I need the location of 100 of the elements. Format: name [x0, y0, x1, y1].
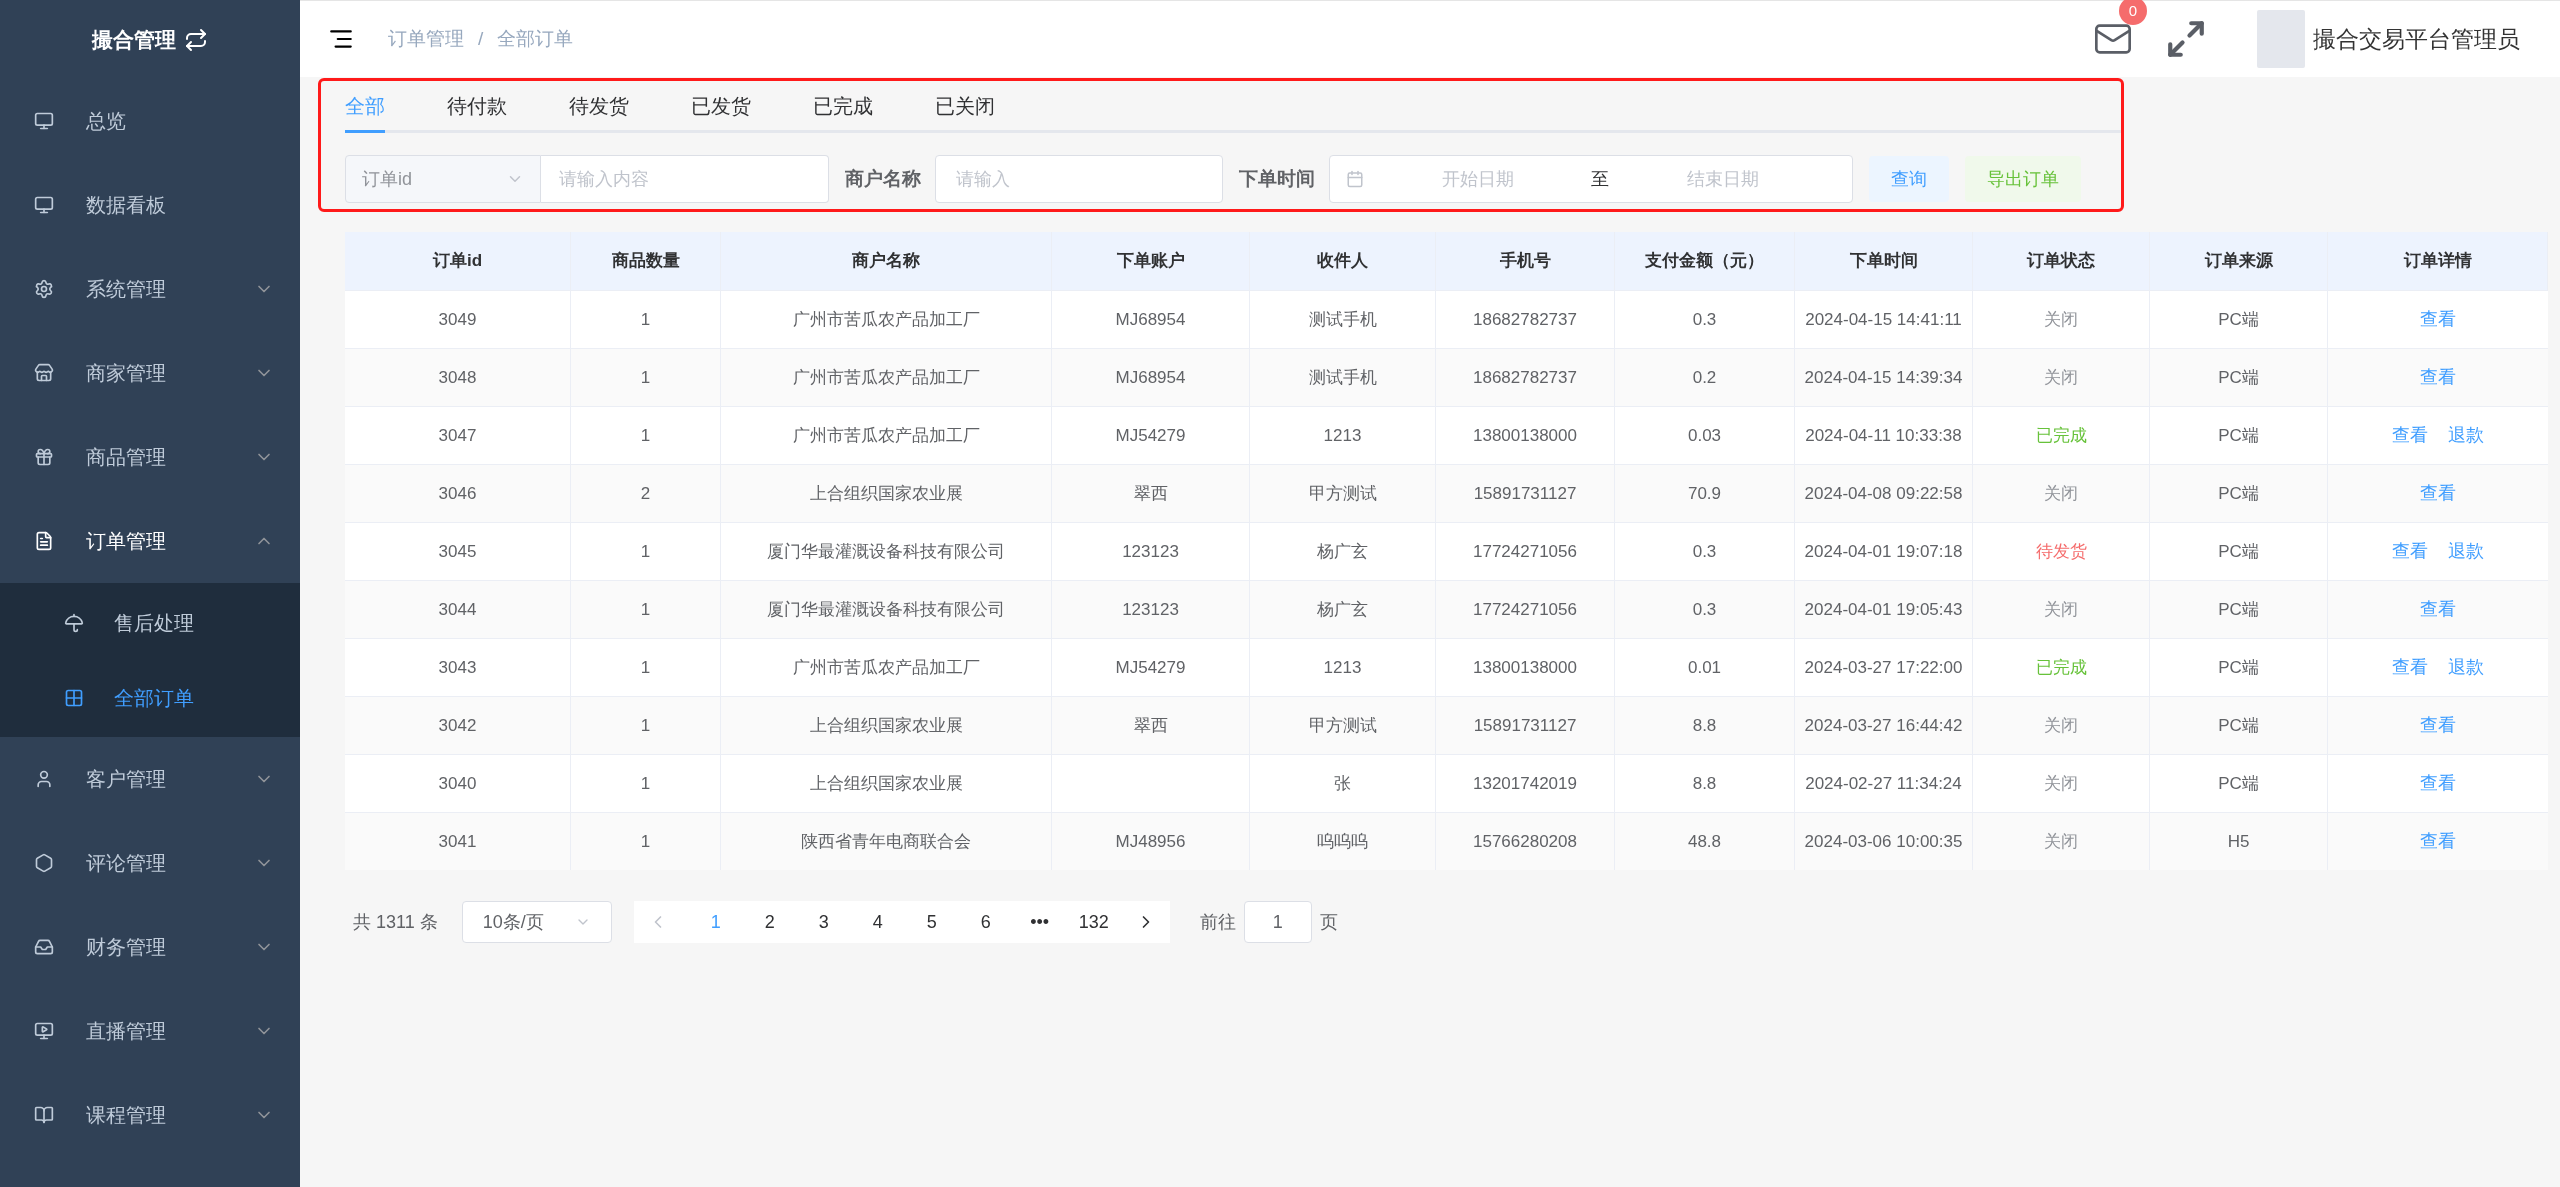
menu-item[interactable]: 商品管理 — [0, 415, 300, 499]
breadcrumb-separator: / — [478, 26, 484, 51]
table-cell-text: 17724271056 — [1473, 540, 1577, 563]
table-cell-text: 3040 — [438, 772, 477, 795]
table-cell-text: 3041 — [438, 830, 477, 853]
table-cell-text: 广州市苦瓜农产品加工厂 — [792, 656, 980, 679]
table-cell-text: PC端 — [2218, 482, 2259, 505]
table-cell-text: 17724271056 — [1473, 598, 1577, 621]
table-cell-text: PC端 — [2218, 598, 2259, 621]
table-cell-text: 1213 — [1323, 656, 1362, 679]
menu-item[interactable]: 系统管理 — [0, 247, 300, 331]
time-label: 下单时间 — [1239, 166, 1315, 191]
table-cell-text: 2024-03-27 16:44:42 — [1804, 714, 1963, 737]
table-cell-text: 13800138000 — [1473, 424, 1577, 447]
table-cell-text: 8.8 — [1692, 714, 1717, 737]
order-status: 待发货 — [2035, 540, 2087, 563]
menu-item[interactable]: 评论管理 — [0, 821, 300, 905]
table-cell-text: 13201742019 — [1473, 772, 1577, 795]
table-cell-text: 3047 — [438, 424, 477, 447]
table-cell-text: 3049 — [438, 308, 477, 331]
status-tab[interactable]: 待发货 — [569, 81, 629, 133]
merchant-input[interactable]: 请输入 — [935, 155, 1223, 203]
swap-icon[interactable] — [184, 27, 208, 52]
table-cell-text: 杨广玄 — [1317, 598, 1368, 621]
table-cell-text: 1 — [640, 424, 651, 447]
table-cell-text: 测试手机 — [1308, 366, 1377, 389]
table-cell-text: 1 — [640, 308, 651, 331]
menu-item[interactable]: 商家管理 — [0, 331, 300, 415]
table-cell-text: MJ48956 — [1115, 830, 1186, 853]
table-cell-text: 1 — [640, 830, 651, 853]
table-cell-text: 3048 — [438, 366, 477, 389]
menu-item[interactable]: 数据看板 — [0, 163, 300, 247]
table-cell-text: 13800138000 — [1473, 656, 1577, 679]
table-cell-text: 1 — [640, 598, 651, 621]
table-cell-text: 广州市苦瓜农产品加工厂 — [792, 366, 980, 389]
table-cell-text: 1213 — [1323, 424, 1362, 447]
table-cell-text: 广州市苦瓜农产品加工厂 — [792, 424, 980, 447]
menu-item[interactable]: 直播管理 — [0, 989, 300, 1073]
order-status: 关闭 — [2044, 598, 2078, 621]
table-cell-text: PC端 — [2218, 772, 2259, 795]
table-cell-text: 2024-04-01 19:07:18 — [1804, 540, 1963, 563]
menu-item[interactable]: 总览 — [0, 79, 300, 163]
notification-badge: 0 — [2119, 0, 2147, 25]
status-tab[interactable]: 已完成 — [813, 81, 873, 133]
order-status: 关闭 — [2044, 308, 2078, 331]
menu-item[interactable]: 客户管理 — [0, 737, 300, 821]
menu-item[interactable]: 订单管理 — [0, 499, 300, 583]
page-button[interactable]: 5 — [905, 902, 958, 942]
table-cell-text: PC端 — [2218, 308, 2259, 331]
page-button[interactable]: 6 — [959, 902, 1012, 942]
calendar-icon — [1346, 170, 1364, 188]
menu-item[interactable]: 财务管理 — [0, 905, 300, 989]
table-cell-text: 48.8 — [1687, 830, 1722, 853]
table-cell-text: PC端 — [2218, 714, 2259, 737]
table-cell-text: 0.3 — [1692, 540, 1717, 563]
page-button[interactable]: 2 — [743, 902, 796, 942]
table-cell-text: 1 — [640, 714, 651, 737]
table-cell-text: 测试手机 — [1308, 308, 1377, 331]
goto-page-input[interactable]: 1 — [1243, 901, 1312, 943]
order-status: 关闭 — [2044, 714, 2078, 737]
page-button[interactable]: 3 — [797, 902, 850, 942]
brand-title: 撮合管理 — [92, 26, 176, 53]
keyword-input[interactable]: 请输入内容 — [541, 155, 829, 203]
breadcrumb-current: 全部订单 — [497, 26, 574, 51]
table-cell-text: 翠西 — [1133, 714, 1168, 737]
table-cell-text: MJ54279 — [1115, 424, 1186, 447]
page-button[interactable]: 4 — [851, 902, 904, 942]
table-cell-text: 2024-03-06 10:00:35 — [1804, 830, 1963, 853]
table-cell-text: 呜呜呜 — [1317, 830, 1368, 853]
table-cell-text: 3042 — [438, 714, 477, 737]
table-cell-text: 2024-03-27 17:22:00 — [1804, 656, 1963, 679]
table-cell-text: 0.2 — [1692, 366, 1717, 389]
table-cell-text: 甲方测试 — [1308, 714, 1377, 737]
table-cell-text: 3043 — [438, 656, 477, 679]
table-cell-text: 上合组织国家农业展 — [809, 482, 963, 505]
table-cell-text: 2024-04-15 14:39:34 — [1804, 366, 1963, 389]
page-button[interactable]: ••• — [1013, 902, 1066, 942]
status-tab[interactable]: 待付款 — [447, 81, 507, 133]
table-cell-text: 15891731127 — [1473, 714, 1577, 737]
order-status: 关闭 — [2044, 366, 2078, 389]
table-cell-text: 18682782737 — [1473, 366, 1577, 389]
fullscreen-icon[interactable] — [2165, 18, 2207, 60]
page-button[interactable]: 132 — [1067, 902, 1120, 942]
user-name[interactable]: 撮合交易平台管理员 — [2313, 21, 2520, 57]
status-tab[interactable]: 已发货 — [691, 81, 751, 133]
table-cell-text: 123123 — [1122, 540, 1179, 563]
table-cell-text: MJ54279 — [1115, 656, 1186, 679]
table-cell-text: 2024-02-27 11:34:24 — [1805, 772, 1962, 795]
table-cell-text: 8.8 — [1692, 772, 1717, 795]
table-cell-text: H5 — [2227, 830, 2250, 853]
table-cell-text: 15891731127 — [1473, 482, 1577, 505]
submenu-item[interactable]: 售后处理 — [0, 585, 300, 660]
table-cell-text: 0.3 — [1692, 308, 1717, 331]
table-cell-text: 2024-04-01 19:05:43 — [1804, 598, 1963, 621]
page-unit: 页 — [1319, 910, 1338, 934]
page-size-select[interactable]: 10条/页 — [461, 901, 612, 943]
table-cell-text: 广州市苦瓜农产品加工厂 — [792, 308, 980, 331]
menu-item[interactable]: 课程管理 — [0, 1073, 300, 1157]
status-tab[interactable]: 已关闭 — [935, 81, 995, 133]
submenu-item[interactable]: 全部订单 — [0, 660, 300, 735]
